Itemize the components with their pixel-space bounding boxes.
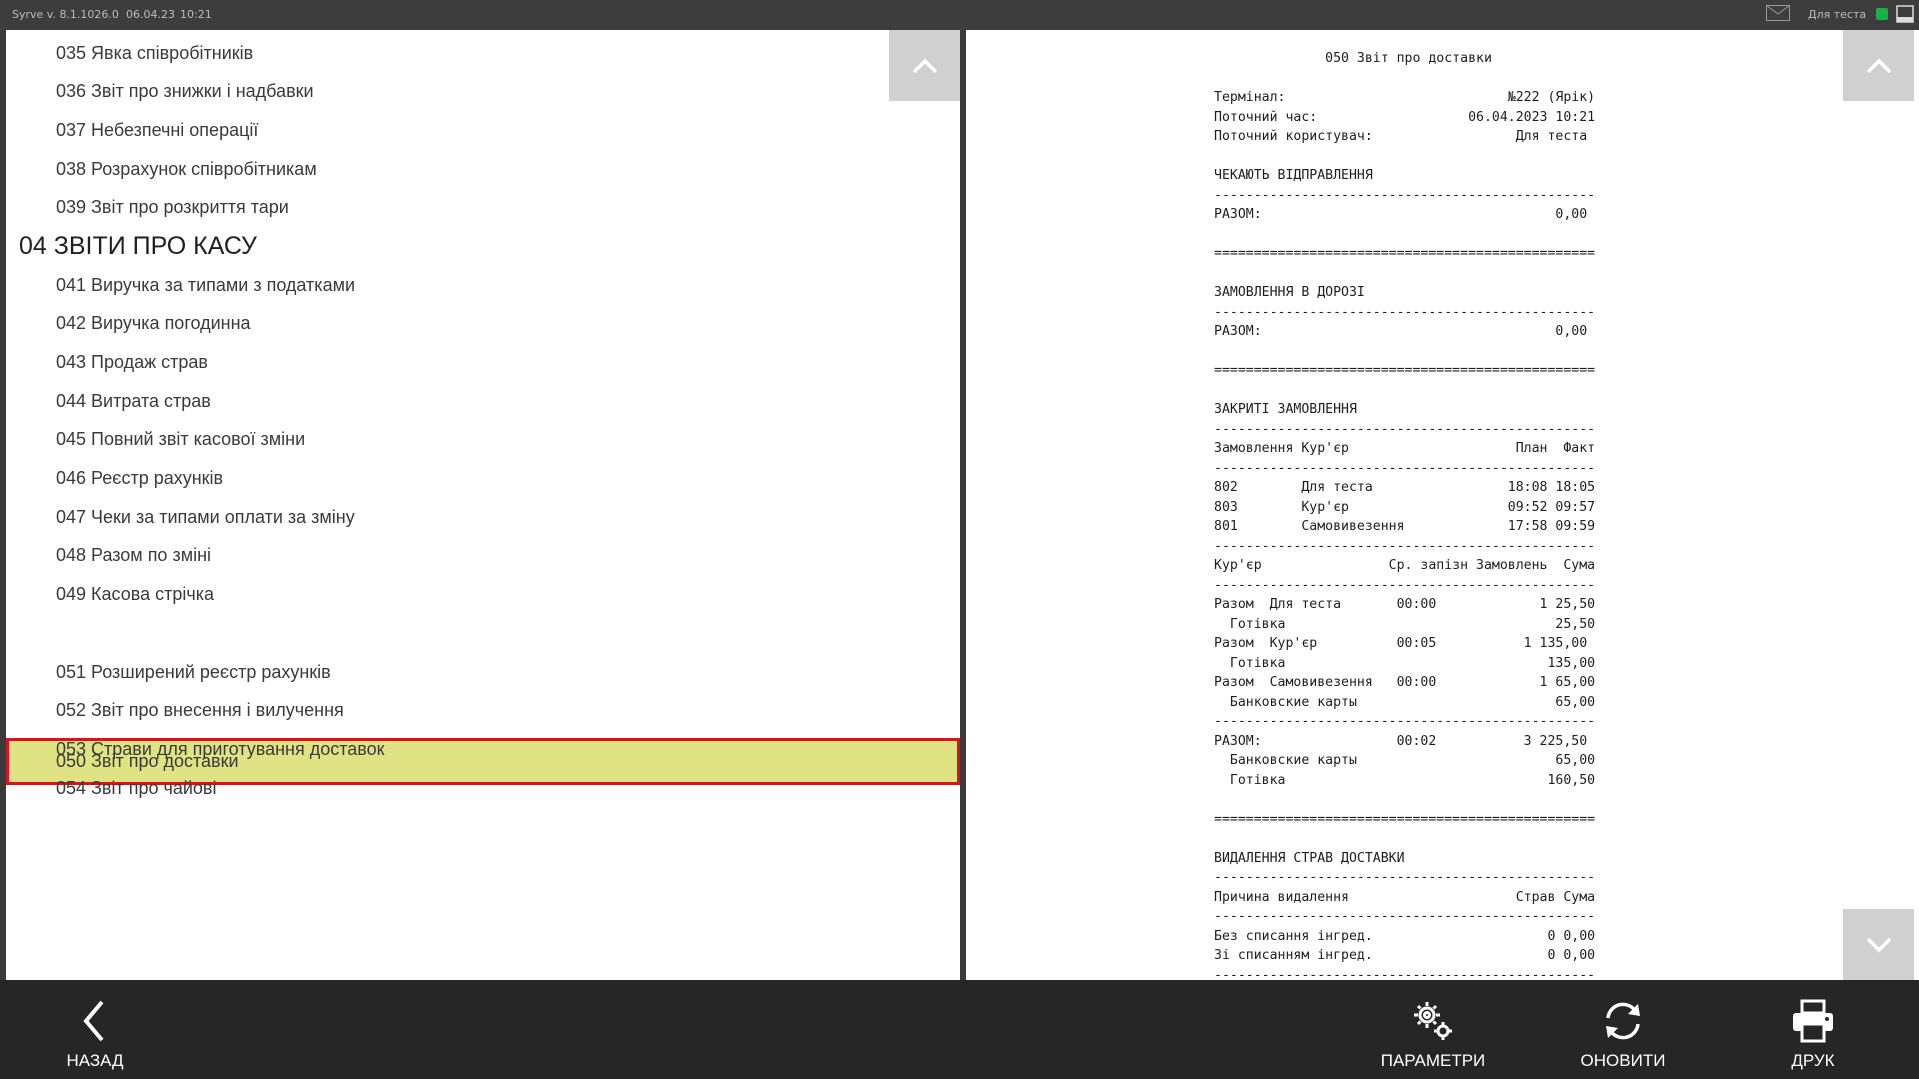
connection-status-indicator [1876, 8, 1888, 20]
back-button[interactable]: НАЗАД [50, 980, 140, 1079]
printer-icon [1793, 999, 1833, 1043]
chevron-left-icon [83, 1000, 104, 1042]
preview-scroll-down-button[interactable] [1843, 909, 1914, 980]
print-label: ДРУК [1791, 1051, 1835, 1070]
report-text: 050 Звіт про доставки Термінал: №222 (Яр… [1214, 51, 1596, 980]
chevron-up-icon [1866, 58, 1891, 73]
print-button[interactable]: ДРУК [1768, 980, 1858, 1079]
chevron-up-icon [912, 58, 937, 73]
chevron-down-icon [1866, 937, 1891, 952]
list-item[interactable]: 054 Звіт про чайові [6, 765, 960, 812]
bottom-toolbar: НАЗАД ПАРАМЕТРИ ОНОВИТИ ДРУК [0, 980, 1919, 1079]
current-user: Для теста [1808, 8, 1867, 21]
preview-scroll-up-button[interactable] [1843, 30, 1914, 101]
parameters-button[interactable]: ПАРАМЕТРИ [1375, 980, 1491, 1079]
report-list-panel: 035 Явка співробітників 036 Звіт про зни… [6, 30, 960, 980]
current-date: 06.04.23 [126, 8, 175, 21]
window-icon[interactable] [1896, 5, 1914, 23]
envelope-icon[interactable] [1766, 5, 1790, 21]
refresh-label: ОНОВИТИ [1580, 1051, 1666, 1070]
back-label: НАЗАД [66, 1051, 124, 1070]
report-preview-panel: 050 Звіт про доставки Термінал: №222 (Яр… [966, 30, 1919, 980]
gears-icon [1414, 1002, 1452, 1040]
parameters-label: ПАРАМЕТРИ [1380, 1051, 1486, 1070]
scroll-up-button[interactable] [889, 30, 960, 101]
refresh-icon [1606, 1002, 1640, 1040]
refresh-button[interactable]: ОНОВИТИ [1573, 980, 1673, 1079]
top-status-bar: Syrve v. 8.1.1026.0 06.04.23 10:21 Для т… [0, 0, 1919, 30]
list-item[interactable]: 049 Касова стрічка [6, 571, 960, 618]
current-time: 10:21 [180, 8, 212, 21]
app-version: Syrve v. 8.1.1026.0 [12, 8, 119, 21]
